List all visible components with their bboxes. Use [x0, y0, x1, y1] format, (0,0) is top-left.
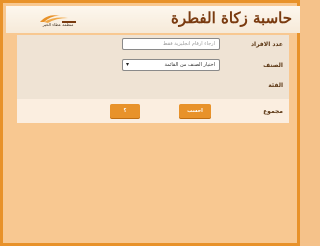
header-bar: منظمة عطاء الخير حاسبة زكاة الفطرة: [6, 6, 300, 33]
count-input[interactable]: ارجاء ارقام انجليزية فقط: [122, 38, 220, 50]
total-label: مجموع: [263, 108, 283, 115]
chevron-down-icon: ▾: [126, 61, 130, 68]
category-label: الصنف: [263, 62, 283, 69]
calculator-frame: منظمة عطاء الخير حاسبة زكاة الفطرة عدد ا…: [0, 0, 300, 246]
category-select[interactable]: اختيار الصنف من القائمة ▾: [122, 59, 220, 71]
logo-text: منظمة عطاء الخير: [42, 22, 74, 27]
page-title: حاسبة زكاة الفطرة: [170, 9, 292, 27]
count-label: عدد الافراد: [250, 41, 283, 48]
calculate-button[interactable]: احسب: [179, 104, 211, 118]
reset-button[interactable]: ؟: [110, 104, 140, 118]
organization-logo: منظمة عطاء الخير: [34, 10, 82, 32]
result-row: مجموع: [17, 99, 289, 123]
form-panel: عدد الافراد ارجاء ارقام انجليزية فقط الص…: [17, 35, 289, 123]
category-selected-text: اختيار الصنف من القائمة: [164, 62, 215, 68]
type-label: الفئة: [268, 82, 283, 89]
